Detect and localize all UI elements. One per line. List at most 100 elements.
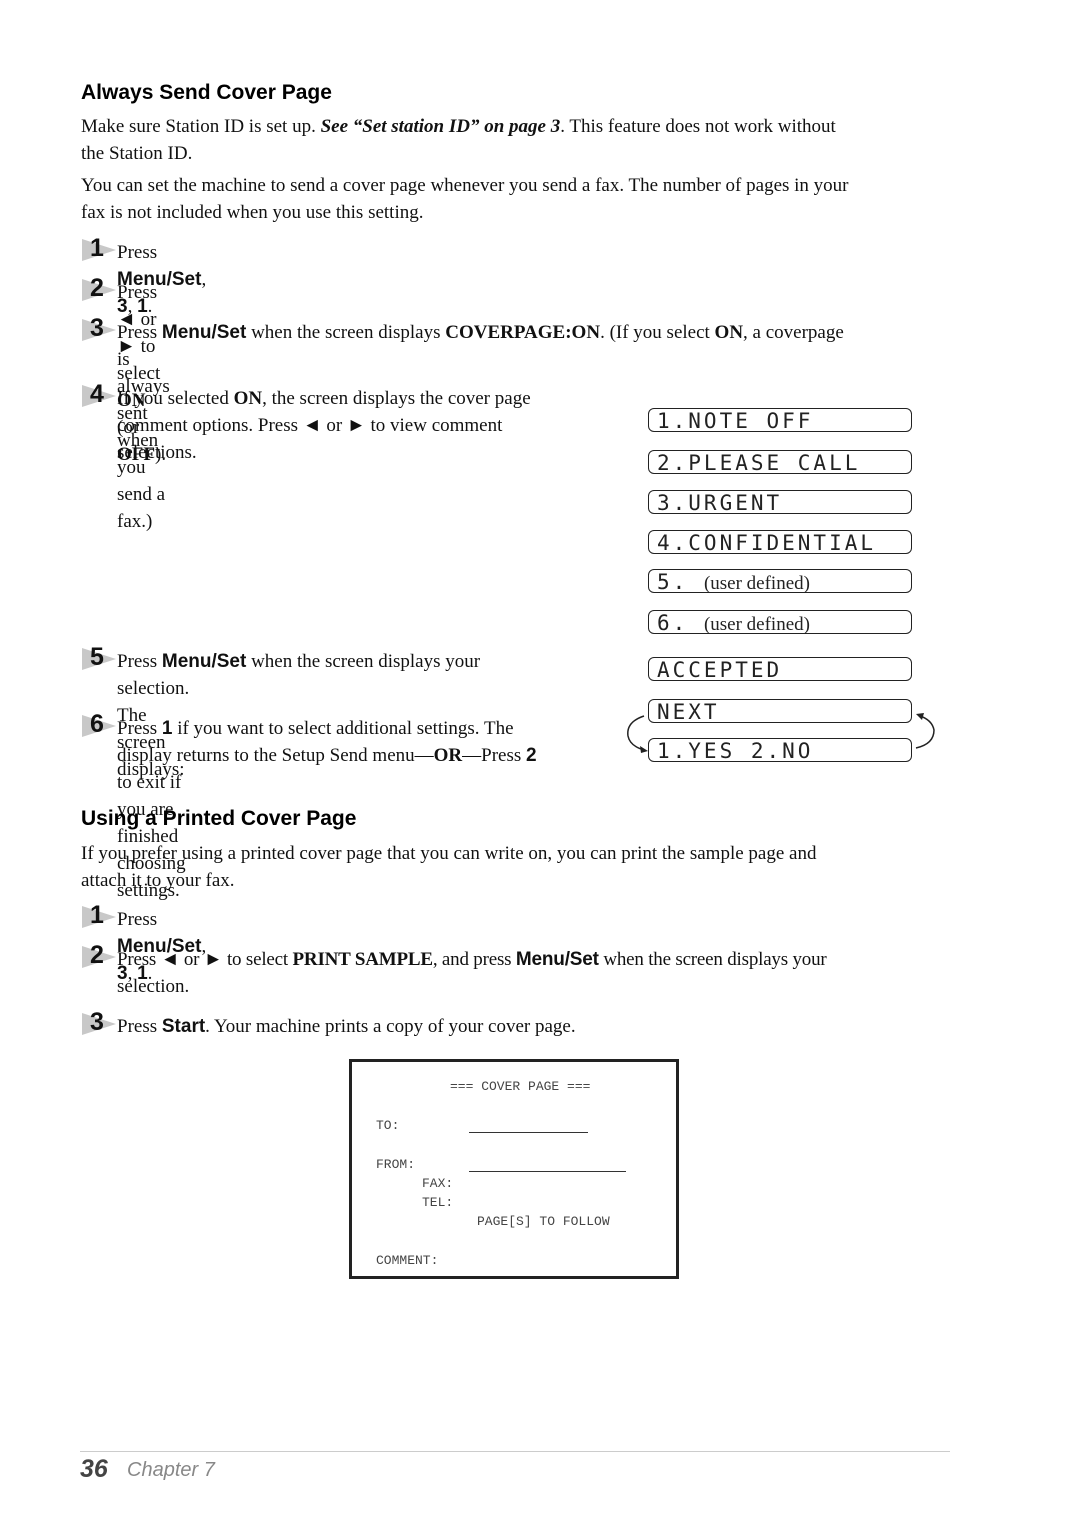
display-text: PRINT SAMPLE [292,949,433,970]
lcd-next: NEXT [648,699,912,724]
step-text-continued: selection. [117,976,190,997]
comment-label: COMMENT: [376,1253,439,1268]
section-heading-printed-cover: Using a Printed Cover Page [81,807,357,830]
description-paragraph-line: attach it to your fax. [81,870,235,891]
step-number: 6 [90,710,104,738]
text: when the screen displays [246,322,446,343]
text: Press [117,949,161,970]
lcd-text: 1.NOTE OFF [657,409,814,433]
cycle-arrow-left-icon [627,715,648,753]
emphasis: OR [433,745,463,766]
lcd-text: 3.URGENT [657,491,783,515]
pages-label: PAGE[S] TO FOLLOW [477,1214,610,1229]
step-number: 2 [90,274,104,302]
cycle-arrow-right-icon [915,713,935,749]
step-text: Press 1 if you want to select additional… [117,715,514,742]
description-paragraph-line: fax is not included when you use this se… [81,202,424,223]
text: , a coverpage [743,322,844,343]
text: If you selected [117,388,234,409]
to-line [469,1132,588,1133]
left-arrow-icon: ◄ [160,949,180,970]
step-number: 3 [90,1008,104,1036]
step-number-badge: 1 [82,234,118,264]
lcd-option: 2.PLEASE CALL [648,450,912,475]
left-arrow-icon: ◄ [302,415,322,436]
intro-paragraph-line: the Station ID. [81,143,193,164]
lcd-yes-no: 1.YES 2.NO [648,738,912,763]
text: or [321,415,347,436]
description-paragraph-line: You can set the machine to send a cover … [81,175,849,196]
text: Press [117,718,162,739]
right-arrow-icon: ► [346,415,366,436]
lcd-text: NEXT [657,700,720,724]
text: display returns to the Setup Send menu— [117,745,434,766]
step-number: 1 [90,234,104,262]
key-label: Menu/Set [515,949,599,970]
display-text: ON [714,322,744,343]
text: when the screen displays your [246,651,481,672]
cover-page-sample: === COVER PAGE === TO: FROM: FAX: TEL: P… [349,1059,679,1279]
lcd-option: 1.NOTE OFF [648,408,912,433]
step-number-badge: 2 [82,941,118,971]
key-label: 2 [526,745,537,766]
lcd-text: 2.PLEASE CALL [657,451,861,475]
key-label: Menu/Set [161,322,247,343]
lcd-placeholder: (user defined) [703,573,810,594]
from-line [469,1171,626,1172]
lcd-option: 3.URGENT [648,490,912,515]
step-number: 3 [90,314,104,342]
page-number: 36 [80,1455,108,1483]
lcd-option: 6. (user defined) [648,610,912,635]
step-text: If you selected ON, the screen displays … [117,385,531,412]
lcd-text: 1.YES 2.NO [657,739,814,763]
description-paragraph-line: If you prefer using a printed cover page… [81,843,817,864]
cover-title: === COVER PAGE === [450,1079,591,1094]
text: . This feature does not work without [560,116,836,137]
lcd-option: 5. (user defined) [648,569,912,594]
step-number-badge: 3 [82,314,118,344]
step-number-badge: 3 [82,1008,118,1038]
text: Press [117,282,158,303]
from-label: FROM: [376,1157,416,1172]
display-text: ON [233,388,263,409]
text: Make sure Station ID is set up. [81,116,321,137]
step-number-badge: 1 [82,901,118,931]
text: —Press [462,745,527,766]
key-label: 1 [161,718,173,739]
text: Press [117,1016,162,1037]
lcd-text: 6. [657,611,704,635]
step-text-continued: selections. [117,442,197,463]
text: to view comment [365,415,503,436]
text: or [179,949,204,970]
step-number: 1 [90,901,104,929]
tel-label: TEL: [422,1195,454,1210]
step-number-badge: 5 [82,643,118,673]
step-number: 5 [90,643,104,671]
text: Press [117,322,162,343]
right-arrow-icon: ► [203,949,223,970]
section-heading-always-send: Always Send Cover Page [81,81,332,104]
text: if you want to select additional setting… [172,718,514,739]
step-text: Press Menu/Set when the screen displays … [117,648,480,675]
key-label: Start [161,1016,206,1037]
lcd-accepted: ACCEPTED [648,657,912,682]
chapter-label: Chapter 7 [127,1459,215,1481]
text: Press [117,242,158,263]
step-text-continued: comment options. Press ◄ or ► to view co… [117,412,502,439]
cross-reference-link[interactable]: See “Set station ID” on page 3 [321,116,561,137]
step-number-badge: 2 [82,274,118,304]
step-text-continued: display returns to the Setup Send menu—O… [117,742,537,769]
lcd-text: 4.CONFIDENTIAL [657,531,877,555]
text: . Your machine prints a copy of your cov… [205,1016,576,1037]
text: to select [222,949,293,970]
step-text: Press Menu/Set when the screen displays … [117,319,844,346]
fax-label: FAX: [422,1176,454,1191]
step-number-badge: 6 [82,710,118,740]
footer-divider [80,1451,950,1452]
text: , and press [432,949,516,970]
text: when the screen displays your [598,949,827,970]
intro-paragraph-line: Make sure Station ID is set up. See “Set… [81,113,836,140]
text: Press [117,909,158,930]
text: , the screen displays the cover page [262,388,531,409]
step-text: Press ◄ or ► to select PRINT SAMPLE, and… [117,946,827,973]
